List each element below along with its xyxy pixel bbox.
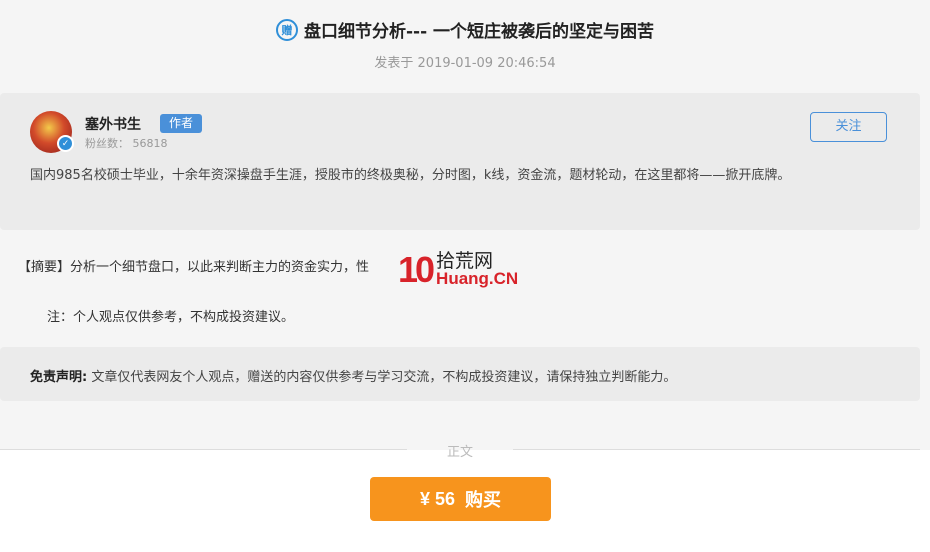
article-title: 盘口细节分析--- 一个短庄被袭后的坚定与困苦 [303, 22, 655, 42]
author-name[interactable]: 塞外书生 [85, 114, 141, 134]
disclaimer-box: 免责声明: 文章仅代表网友个人观点，赠送的内容仅供参考与学习交流，不构成投资建议… [0, 347, 920, 401]
author-bio: 国内985名校硕士毕业，十余年资深操盘手生涯，授股市的终极奥秘，分时图，k线，资… [30, 168, 791, 183]
buy-label: 购买 [465, 490, 502, 510]
verified-icon: ✓ [57, 135, 74, 152]
publish-date: 发表于 2019-01-09 20:46:54 [374, 56, 556, 71]
watermark-logo: 10 拾荒网 Huang.CN [398, 252, 518, 288]
note-text: 注：个人观点仅供参考，不构成投资建议。 [47, 310, 295, 325]
watermark-cn: 拾荒网 [436, 250, 494, 272]
article-page: 赠 盘口细节分析--- 一个短庄被袭后的坚定与困苦 发表于 2019-01-09… [0, 0, 930, 552]
buy-button[interactable]: ¥ 56 购买 [370, 477, 551, 521]
disclaimer-text: 文章仅代表网友个人观点，赠送的内容仅供参考与学习交流，不构成投资建议，请保持独立… [87, 370, 677, 385]
gift-icon: 赠 [275, 18, 298, 41]
author-card: ✓ 塞外书生 作者 粉丝数： 56818 关注 国内985名校硕士毕业，十余年资… [0, 93, 920, 230]
disclaimer-label: 免责声明: [30, 370, 88, 385]
summary-text: 【摘要】分析一个细节盘口，以此来判断主力的资金实力，性 [18, 260, 370, 275]
watermark-text: 拾荒网 Huang.CN [436, 252, 518, 288]
follow-button[interactable]: 关注 [810, 112, 887, 142]
divider-label: 正文 [446, 445, 473, 460]
fans-count: 粉丝数： 56818 [85, 137, 168, 150]
author-badge: 作者 [160, 114, 203, 133]
watermark-en: Huang.CN [436, 269, 519, 288]
watermark-logo-mark: 10 [398, 249, 435, 290]
article-header: 赠 盘口细节分析--- 一个短庄被袭后的坚定与困苦 [0, 17, 930, 42]
buy-price: ¥ 56 [419, 488, 456, 509]
